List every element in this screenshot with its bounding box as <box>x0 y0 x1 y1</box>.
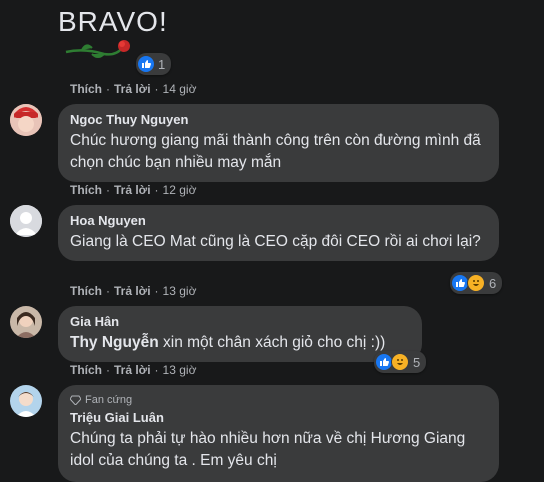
comment-sticker: BRAVO! <box>50 0 167 62</box>
timestamp[interactable]: 13 giờ <box>163 284 197 298</box>
mention-link[interactable]: Thy Nguyễn <box>70 334 159 351</box>
like-icon <box>452 275 468 291</box>
reaction-summary[interactable]: 1 <box>136 53 172 75</box>
author-name[interactable]: Hoa Nguyen <box>70 213 487 229</box>
comment-bubble: Fan cứng Triệu Giai Luân Chúng ta phải t… <box>58 385 499 482</box>
comment-text: Giang là CEO Mat cũng là CEO cặp đôi CEO… <box>70 233 481 250</box>
avatar[interactable] <box>10 306 42 338</box>
comment-text: Chúng ta phải tự hào nhiều hơn nữa về ch… <box>70 430 466 469</box>
sticker-bravo-text: BRAVO! <box>58 6 168 37</box>
like-button[interactable]: Thích <box>70 284 102 298</box>
comment-bubble: Hoa Nguyen Giang là CEO Mat cũng là CEO … <box>58 205 499 261</box>
author-name[interactable]: Ngoc Thuy Nguyen <box>70 112 487 128</box>
comment-text-rest: xin một chân xách giỏ cho chị :)) <box>158 334 386 351</box>
comment-actions: Thích · Trả lời · 13 giờ <box>70 363 197 377</box>
comment-bubble: Ngoc Thuy Nguyen Chúc hương giang mãi th… <box>58 104 499 182</box>
timestamp[interactable]: 14 giờ <box>163 82 197 96</box>
timestamp[interactable]: 13 giờ <box>163 363 197 377</box>
reply-button[interactable]: Trả lời <box>114 284 151 298</box>
comment-actions: Thích · Trả lời · 14 giờ <box>70 82 197 96</box>
like-icon <box>138 56 154 72</box>
comment-text: Thy Nguyễn xin một chân xách giỏ cho chị… <box>70 332 410 354</box>
haha-icon <box>391 353 409 371</box>
reply-button[interactable]: Trả lời <box>114 363 151 377</box>
like-button[interactable]: Thích <box>70 363 102 377</box>
comment-text: Chúc hương giang mãi thành công trên còn… <box>70 132 481 171</box>
avatar[interactable] <box>10 385 42 417</box>
comment-actions: Thích · Trả lời · 12 giờ <box>70 183 197 197</box>
like-button[interactable]: Thích <box>70 82 102 96</box>
reaction-count: 1 <box>158 56 166 72</box>
avatar[interactable] <box>10 205 42 237</box>
reaction-summary[interactable]: 5 <box>374 351 427 373</box>
fan-badge: Fan cứng <box>70 393 487 407</box>
rose-icon <box>65 40 130 58</box>
comment-actions: Thích · Trả lời · 13 giờ <box>70 284 197 298</box>
reaction-count: 6 <box>489 275 497 291</box>
reply-button[interactable]: Trả lời <box>114 183 151 197</box>
haha-icon <box>467 274 485 292</box>
fan-badge-label: Fan cứng <box>85 394 133 406</box>
reaction-count: 5 <box>413 354 421 370</box>
reply-button[interactable]: Trả lời <box>114 82 151 96</box>
diamond-icon <box>70 395 81 405</box>
avatar[interactable] <box>10 104 42 136</box>
reaction-summary[interactable]: 6 <box>450 272 503 294</box>
like-icon <box>376 354 392 370</box>
author-name[interactable]: Triệu Giai Luân <box>70 410 487 426</box>
comment-bubble: Gia Hân Thy Nguyễn xin một chân xách giỏ… <box>58 306 422 362</box>
timestamp[interactable]: 12 giờ <box>163 183 197 197</box>
like-button[interactable]: Thích <box>70 183 102 197</box>
author-name[interactable]: Gia Hân <box>70 314 410 330</box>
